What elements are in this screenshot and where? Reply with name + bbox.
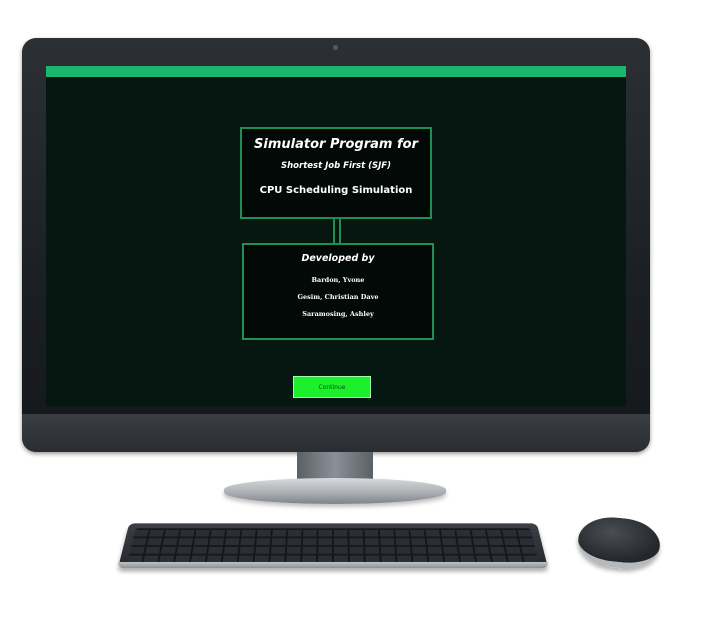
title-panel: Simulator Program for Shortest Job First… [240,127,432,219]
app-title: Simulator Program for [254,137,418,152]
app-subtitle-algorithm: Shortest Job First (SJF) [280,161,391,171]
top-accent-bar [46,66,626,77]
mouse [575,513,663,573]
keyboard-edge [118,562,548,568]
developer-name: Bardon, Yvone [311,276,365,284]
developers-heading: Developed by [301,253,375,264]
developer-name: Saramosing, Ashley [302,310,374,318]
developer-name: Gesim, Christian Dave [297,293,379,301]
scene: Simulator Program for Shortest Job First… [0,0,712,632]
continue-button[interactable]: Continue [293,376,371,398]
developers-panel: Developed by Bardon, Yvone Gesim, Christ… [242,243,434,340]
app-subtitle-description: CPU Scheduling Simulation [259,185,413,196]
keyboard-keys [127,528,539,563]
monitor-chin [22,414,650,452]
monitor-stand-base [224,478,446,504]
webcam-icon [333,45,338,50]
panel-connector [333,219,341,243]
app-screen: Simulator Program for Shortest Job First… [46,66,626,406]
